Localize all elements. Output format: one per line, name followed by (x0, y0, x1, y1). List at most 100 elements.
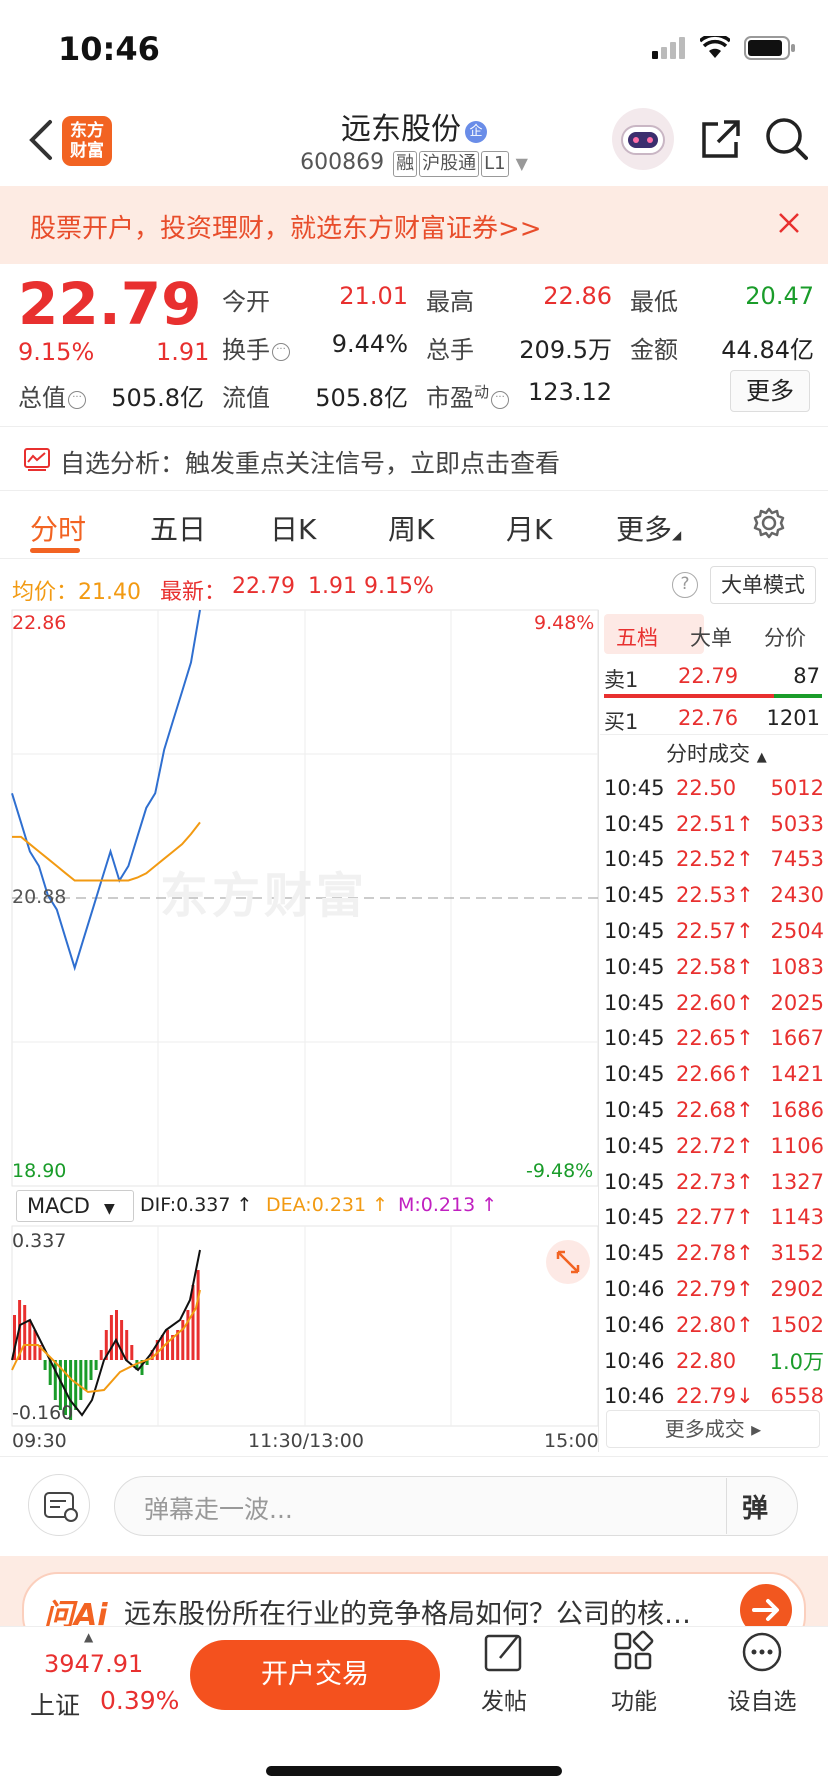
expand-icon[interactable] (546, 1240, 590, 1284)
macd-bottom: -0.160 (12, 1402, 74, 1424)
indicator-select[interactable]: MACD ▼ (16, 1190, 134, 1222)
close-icon[interactable] (772, 206, 806, 240)
side-tab-five[interactable]: 五档 (616, 622, 658, 652)
divider (0, 1456, 828, 1457)
info-dots-icon: ··· (272, 343, 290, 361)
time-end: 15:00 (544, 1430, 599, 1452)
side-tab-price[interactable]: 分价 (764, 622, 806, 652)
help-icon[interactable]: ? (672, 572, 698, 598)
latest-price: 22.79 (232, 574, 295, 599)
macd-bar (79, 1360, 83, 1400)
ticks-title[interactable]: 分时成交 ▲ (666, 738, 767, 768)
side-tab-big[interactable]: 大单 (690, 622, 732, 652)
chart-mid-price: 20.88 (12, 886, 67, 908)
more-quote-button[interactable]: 更多 (730, 370, 810, 412)
corner-arrow-icon: ◢ (672, 528, 682, 542)
search-icon[interactable] (764, 116, 808, 162)
tick-row: 10:45 22.50 5012 (604, 770, 824, 806)
macd-bar (130, 1345, 134, 1360)
divider (600, 734, 828, 735)
caret-up-icon: ▲ (84, 1630, 94, 1644)
tick-volume: 2025 (770, 990, 824, 1015)
open-label: 今开 (222, 288, 270, 316)
tab-more[interactable]: 更多◢ (616, 508, 681, 548)
tab-intraday[interactable]: 分时 (30, 508, 86, 548)
time-mid: 11:30/13:00 (248, 1430, 364, 1452)
tick-volume: 2504 (770, 919, 824, 944)
tick-price: 22.77↑ (676, 1205, 754, 1230)
tick-list[interactable]: 10:45 22.50 5012 10:45 22.51↑ 5033 10:45 22.52↑… (604, 770, 824, 1414)
more-deals-button[interactable]: 更多成交 ▸ (606, 1410, 820, 1448)
index-value[interactable]: 3947.91 (44, 1650, 143, 1678)
amount-value: 44.84亿 (721, 336, 814, 364)
tick-volume: 5033 (770, 811, 824, 836)
big-order-mode-button[interactable]: 大单模式 (710, 566, 816, 604)
tick-price: 22.79↓ (676, 1384, 754, 1409)
tick-price: 22.58↑ (676, 954, 754, 979)
tab-weekly-k[interactable]: 周K (388, 508, 434, 548)
promo-banner-text[interactable]: 股票开户，投资理财，就选东方财富证券>> (30, 208, 542, 245)
tick-row: 10:46 22.79↑ 2902 (604, 1271, 824, 1307)
share-icon[interactable] (698, 118, 742, 162)
tab-monthly-k[interactable]: 月K (506, 508, 552, 548)
more-dots-icon (742, 1632, 782, 1672)
tick-time: 10:45 (604, 990, 665, 1015)
tick-volume: 2902 (770, 1277, 824, 1302)
latest-change: 1.91 (308, 574, 357, 599)
sell1-price: 22.79 (678, 664, 739, 688)
tag-margin: 融 (393, 151, 418, 177)
volume-value: 209.5万 (519, 336, 612, 364)
tick-row: 10:45 22.60↑ 2025 (604, 985, 824, 1021)
macd-bar (23, 1305, 27, 1360)
danmaku-toggle-button[interactable]: 弹 (742, 1488, 768, 1525)
macd-bar (125, 1330, 129, 1360)
tick-volume: 1686 (770, 1098, 824, 1123)
post-button[interactable]: 发帖 (454, 1630, 554, 1716)
gear-icon[interactable] (752, 506, 786, 540)
tick-price: 22.52↑ (676, 847, 754, 872)
intraday-chart[interactable] (0, 600, 600, 1460)
index-name[interactable]: 上证 (30, 1686, 80, 1722)
danmaku-settings-button[interactable] (28, 1474, 90, 1536)
chart-bottom-price: 18.90 (12, 1160, 67, 1182)
tick-time: 10:45 (604, 1133, 665, 1158)
mcap-label[interactable]: 总值 ··· (18, 378, 86, 413)
functions-button[interactable]: 功能 (584, 1630, 684, 1716)
home-indicator (266, 1766, 562, 1776)
pe-label[interactable]: 市盈动 ··· (426, 378, 510, 413)
robot-avatar[interactable] (612, 108, 674, 170)
macd-bar (84, 1360, 88, 1390)
pe-value: 123.12 (528, 378, 612, 406)
stock-name: 远东股份 (341, 112, 461, 147)
add-watchlist-button[interactable]: 设自选 (712, 1630, 812, 1716)
tick-volume: 1327 (770, 1169, 824, 1194)
macd-bar (166, 1330, 169, 1360)
tick-time: 10:45 (604, 1241, 665, 1266)
watchlist-analysis-text[interactable]: 自选分析：触发重点关注信号，立即点击查看 (60, 444, 560, 480)
tick-time: 10:45 (604, 1062, 665, 1087)
buy1-label: 买1 (604, 710, 639, 734)
tick-price: 22.50 (676, 775, 737, 800)
macd-bar (181, 1320, 185, 1360)
turnover-label[interactable]: 换手 ··· (222, 330, 290, 365)
open-account-trade-button[interactable]: 开户交易 (190, 1640, 440, 1710)
divider (0, 490, 828, 491)
tick-volume: 6558 (770, 1384, 824, 1409)
dif-value: DIF:0.337 ↑ (140, 1194, 253, 1216)
tick-row: 10:45 22.68↑ 1686 (604, 1092, 824, 1128)
tick-row: 10:45 22.66↑ 1421 (604, 1056, 824, 1092)
tick-time: 10:46 (604, 1384, 665, 1409)
change-amount: 1.91 (156, 338, 210, 366)
tick-row: 10:46 22.79↓ 6558 (604, 1379, 824, 1415)
index-pct[interactable]: 0.39% (100, 1686, 179, 1715)
watermark: 东方财富 (160, 868, 369, 924)
tab-daily-k[interactable]: 日K (270, 508, 316, 548)
tick-row: 10:45 22.57↑ 2504 (604, 913, 824, 949)
tick-price: 22.80↑ (676, 1312, 754, 1337)
tick-row: 10:45 22.51↑ 5033 (604, 806, 824, 842)
tab-five-day[interactable]: 五日 (150, 508, 206, 548)
tick-price: 22.72↑ (676, 1133, 754, 1158)
tick-price: 22.53↑ (676, 883, 754, 908)
danmaku-placeholder: 弹幕走一波... (144, 1495, 293, 1524)
buy1-volume: 1201 (766, 706, 820, 730)
